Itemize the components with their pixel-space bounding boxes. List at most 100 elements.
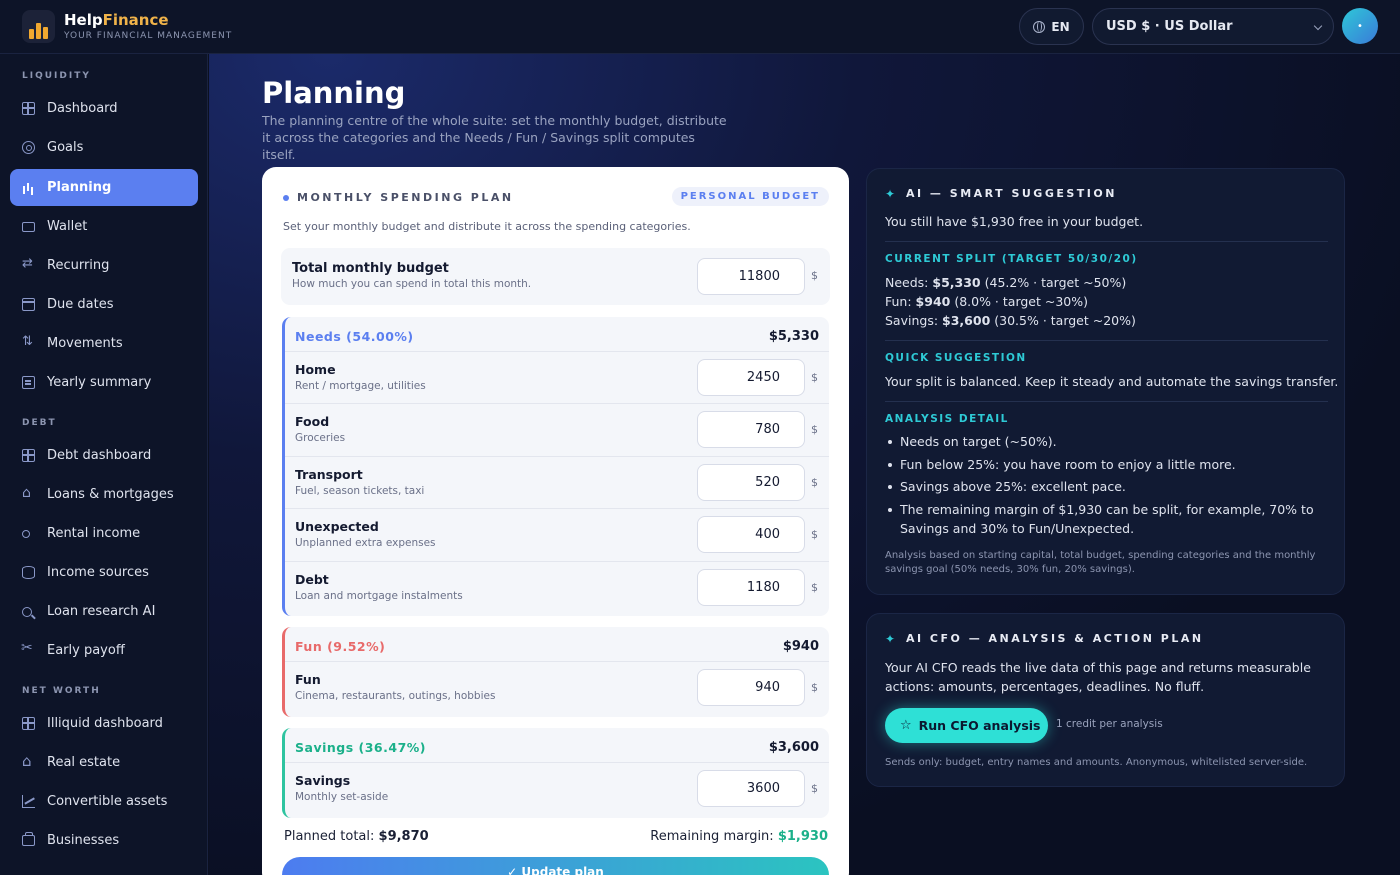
savings-amount-input[interactable] [697,770,805,807]
spending-plan-card: MONTHLY SPENDING PLAN PERSONAL BUDGET Se… [262,167,849,875]
budget-row-savings: Savings Monthly set-aside $ [285,762,829,814]
sidebar-item-label: Dashboard [47,101,118,116]
row-name: Fun [295,672,321,687]
sidebar-item-label: Due dates [47,297,114,312]
split-needs: Needs: $5,330 (45.2% · target ~50%) [885,275,1127,290]
sidebar-section-liquidity: LIQUIDITY [22,71,91,81]
sidebar-item-due-dates[interactable]: Due dates [10,286,198,323]
update-plan-button[interactable]: ✓ Update plan [282,857,829,875]
sidebar: LIQUIDITY Dashboard Goals Planning Walle… [0,54,208,875]
sidebar-section-net-worth: NET WORTH [22,686,101,696]
sidebar-section-debt: DEBT [22,418,57,428]
budget-row-unexpected: Unexpected Unplanned extra expenses $ [285,508,829,560]
fun-amount-input[interactable] [697,669,805,706]
quick-title: QUICK SUGGESTION [885,352,1027,364]
ai-suggestion-title: ✦ AI — SMART SUGGESTION [885,186,1117,201]
sidebar-item-goals[interactable]: Goals [10,129,198,166]
split-title: CURRENT SPLIT (TARGET 50/30/20) [885,253,1138,265]
sidebar-item-early-payoff[interactable]: Early payoff [10,632,198,669]
language-button[interactable]: EN [1019,8,1084,45]
house-icon [22,752,35,770]
sidebar-item-label: Recurring [47,258,110,273]
currency-value: USD $ · US Dollar [1106,19,1233,34]
transport-amount-input[interactable] [697,464,805,501]
sidebar-item-wallet[interactable]: Wallet [10,208,198,245]
analysis-list: Needs on target (~50%). Fun below 25%: y… [885,432,1330,541]
sidebar-item-rental-income[interactable]: Rental income [10,515,198,552]
sidebar-item-label: Yearly summary [47,375,152,390]
globe-icon [1033,20,1046,33]
bar-chart-icon [22,181,35,194]
calendar-icon [22,298,35,311]
run-cfo-analysis-button[interactable]: ☆ Run CFO analysis [885,708,1048,743]
planned-total-value: $9,870 [378,829,429,844]
sidebar-item-label: Businesses [47,833,120,848]
total-budget-title: Total monthly budget [292,261,449,276]
avatar[interactable]: • [1342,8,1378,44]
ai-suggestion-card: ✦ AI — SMART SUGGESTION You still have $1… [866,168,1345,595]
row-subtitle: Monthly set-aside [295,791,389,803]
row-name: Savings [295,773,351,788]
row-subtitle: Unplanned extra expenses [295,537,436,549]
sidebar-item-real-estate[interactable]: Real estate [10,744,198,781]
row-subtitle: Cinema, restaurants, outings, hobbies [295,690,496,702]
food-amount-input[interactable] [697,411,805,448]
needs-heading: Needs (54.00%) [295,329,414,344]
sidebar-item-businesses[interactable]: Businesses [10,822,198,859]
sidebar-item-label: Convertible assets [47,794,168,809]
brand[interactable]: HelpFinance YOUR FINANCIAL MANAGEMENT [22,10,232,43]
sidebar-item-recurring[interactable]: Recurring [10,247,198,284]
grid-icon [22,102,35,115]
credit-note: 1 credit per analysis [1056,718,1163,730]
sidebar-item-income-sources[interactable]: Income sources [10,554,198,591]
briefcase-icon [22,832,35,846]
remaining-margin-label: Remaining margin: [650,829,774,844]
sidebar-item-loans-mortgages[interactable]: Loans & mortgages [10,476,198,513]
currency-select[interactable]: USD $ · US Dollar [1092,8,1334,45]
row-subtitle: Groceries [295,432,346,444]
fun-heading: Fun (9.52%) [295,639,386,654]
database-icon [22,566,35,579]
budget-row-debt: Debt Loan and mortgage instalments $ [285,561,829,613]
split-fun: Fun: $940 (8.0% · target ~30%) [885,294,1088,309]
total-budget-subtitle: How much you can spend in total this mon… [292,278,532,290]
list-item: Needs on target (~50%). [885,432,1330,451]
sidebar-item-label: Movements [47,336,123,351]
sidebar-item-illiquid-dashboard[interactable]: Illiquid dashboard [10,705,198,742]
plan-summary: Planned total: $9,870 Remaining margin: … [284,829,828,844]
split-savings: Savings: $3,600 (30.5% · target ~20%) [885,313,1136,328]
unexpected-amount-input[interactable] [697,516,805,553]
analysis-title: ANALYSIS DETAIL [885,413,1009,425]
sidebar-item-movements[interactable]: Movements [10,325,198,362]
sidebar-item-loan-research-ai[interactable]: Loan research AI [10,593,198,630]
target-icon [22,141,35,154]
wallet-icon [22,221,35,232]
sidebar-item-convertible-assets[interactable]: Convertible assets [10,783,198,820]
row-subtitle: Fuel, season tickets, taxi [295,485,425,497]
sidebar-item-label: Planning [47,180,112,195]
row-subtitle: Loan and mortgage instalments [295,590,463,602]
plan-heading: MONTHLY SPENDING PLAN [283,191,514,204]
home-amount-input[interactable] [697,359,805,396]
top-bar: HelpFinance YOUR FINANCIAL MANAGEMENT EN… [0,0,1400,54]
fun-group: Fun (9.52%) $940 Fun Cinema, restaurants… [282,627,829,717]
plan-description: Set your monthly budget and distribute i… [283,220,691,233]
sidebar-item-dashboard[interactable]: Dashboard [10,90,198,127]
bank-icon [22,485,35,501]
currency-label: $ [811,681,818,694]
sidebar-item-debt-dashboard[interactable]: Debt dashboard [10,437,198,474]
sidebar-item-planning[interactable]: Planning [10,169,198,206]
savings-heading: Savings (36.47%) [295,740,426,755]
divider [885,340,1328,341]
debt-amount-input[interactable] [697,569,805,606]
savings-group: Savings (36.47%) $3,600 Savings Monthly … [282,728,829,818]
currency-label: $ [811,528,818,541]
arrows-icon [22,334,35,350]
total-budget-input[interactable] [697,258,805,295]
planned-total-label: Planned total: [284,829,375,844]
list-item: Fun below 25%: you have room to enjoy a … [885,455,1330,474]
analysis-note: Analysis based on starting capital, tota… [885,550,1316,575]
sidebar-item-yearly-summary[interactable]: Yearly summary [10,364,198,401]
sidebar-item-label: Goals [47,140,84,155]
sparkle-icon: ✦ [885,631,898,646]
